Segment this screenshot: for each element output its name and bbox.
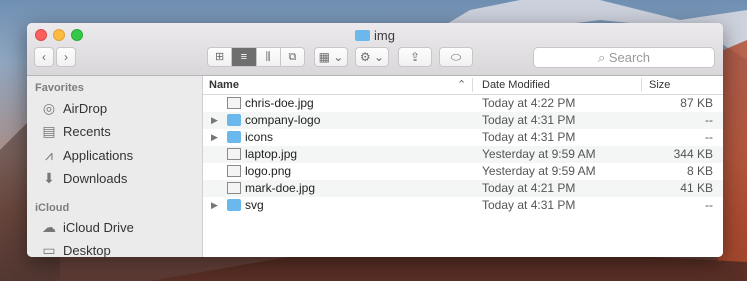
share-button[interactable]: ⇪	[398, 47, 432, 67]
file-size: --	[705, 113, 713, 127]
column-divider[interactable]	[641, 78, 642, 92]
file-size: 344 KB	[673, 147, 713, 161]
search-icon: ⌕	[597, 50, 609, 65]
disclosure-triangle-icon[interactable]: ▶	[211, 112, 218, 129]
file-date: Yesterday at 9:59 AM	[482, 147, 596, 161]
file-name: mark-doe.jpg	[245, 181, 316, 195]
view-mode-segmented: ⊞ ≡ ⫼ ⧉	[207, 47, 305, 67]
sidebar-item-icloud-drive[interactable]: ☁ iCloud Drive	[41, 217, 134, 237]
group-by-button[interactable]: ▦ ⌄	[314, 47, 348, 67]
folder-icon	[355, 30, 371, 41]
image-file-icon	[227, 182, 241, 194]
image-file-icon	[227, 165, 241, 177]
column-divider[interactable]	[472, 78, 473, 92]
file-date: Today at 4:31 PM	[482, 113, 576, 127]
list-view-button[interactable]: ≡	[232, 48, 257, 66]
window-title-text: img	[374, 28, 395, 43]
folder-icon	[227, 114, 241, 126]
sidebar-item-recents[interactable]: ▤ Recents	[41, 121, 111, 141]
recents-icon: ▤	[42, 123, 56, 139]
folder-row[interactable]: ▶ icons Today at 4:31 PM --	[203, 129, 723, 146]
sidebar: Favorites ◎ AirDrop ▤ Recents ⩘ Application…	[27, 76, 203, 257]
file-size: --	[705, 198, 713, 212]
file-name: chris-doe.jpg	[245, 96, 314, 110]
search-field[interactable]: ⌕ Search	[533, 47, 715, 68]
column-header-name[interactable]: Name	[209, 76, 239, 94]
file-size: 41 KB	[680, 181, 713, 195]
desktop-icon: ▭	[42, 242, 56, 257]
sidebar-item-desktop[interactable]: ▭ Desktop	[41, 240, 111, 257]
sidebar-item-label: Desktop	[63, 243, 111, 257]
folder-icon	[227, 199, 241, 211]
tag-button[interactable]: ⬭	[439, 47, 473, 67]
cloud-icon: ☁	[42, 219, 56, 235]
file-date: Today at 4:21 PM	[482, 181, 576, 195]
file-name: laptop.jpg	[245, 147, 298, 161]
image-file-icon	[227, 97, 241, 109]
sidebar-item-label: iCloud Drive	[63, 220, 134, 235]
sidebar-section-favorites: Favorites	[35, 82, 84, 94]
disclosure-triangle-icon[interactable]: ▶	[211, 197, 218, 214]
sort-ascending-icon: ⌃	[457, 79, 467, 91]
file-size: 87 KB	[680, 96, 713, 110]
file-date: Yesterday at 9:59 AM	[482, 164, 596, 178]
window-title: img	[27, 28, 723, 44]
forward-button[interactable]: ›	[56, 47, 76, 67]
file-size: --	[705, 130, 713, 144]
folder-icon	[227, 131, 241, 143]
icon-view-button[interactable]: ⊞	[208, 48, 233, 66]
file-name: company-logo	[245, 113, 321, 127]
file-list: Name ⌃ Date Modified Size chris-doe.jpg …	[203, 76, 723, 257]
sidebar-item-airdrop[interactable]: ◎ AirDrop	[41, 98, 107, 118]
file-row[interactable]: laptop.jpg Yesterday at 9:59 AM 344 KB	[203, 146, 723, 163]
downloads-icon: ⬇	[43, 170, 55, 186]
sidebar-section-icloud: iCloud	[35, 202, 70, 214]
titlebar: img ‹ › ⊞ ≡ ⫼ ⧉ ▦ ⌄ ⚙ ⌄ ⇪ ⬭ ⌕ Search	[27, 23, 723, 76]
folder-row[interactable]: ▶ svg Today at 4:31 PM --	[203, 197, 723, 214]
file-row[interactable]: chris-doe.jpg Today at 4:22 PM 87 KB	[203, 95, 723, 112]
file-date: Today at 4:22 PM	[482, 96, 576, 110]
sidebar-item-label: Recents	[63, 124, 111, 139]
file-name: icons	[245, 130, 274, 144]
search-placeholder: Search	[608, 50, 651, 65]
image-file-icon	[227, 148, 241, 160]
folder-row[interactable]: ▶ company-logo Today at 4:31 PM --	[203, 112, 723, 129]
file-name: logo.png	[245, 164, 292, 178]
cover-flow-button[interactable]: ⧉	[281, 48, 304, 66]
airdrop-icon: ◎	[42, 100, 56, 116]
column-header-size[interactable]: Size	[649, 76, 670, 94]
file-name: svg	[245, 198, 264, 212]
file-row[interactable]: mark-doe.jpg Today at 4:21 PM 41 KB	[203, 180, 723, 197]
sidebar-item-label: Downloads	[63, 171, 128, 186]
back-button[interactable]: ‹	[34, 47, 54, 67]
sidebar-item-label: AirDrop	[63, 101, 108, 116]
action-gear-button[interactable]: ⚙ ⌄	[355, 47, 389, 67]
column-view-button[interactable]: ⫼	[257, 48, 281, 66]
file-date: Today at 4:31 PM	[482, 198, 576, 212]
file-row[interactable]: logo.png Yesterday at 9:59 AM 8 KB	[203, 163, 723, 180]
disclosure-triangle-icon[interactable]: ▶	[211, 129, 218, 146]
column-header-row: Name ⌃ Date Modified Size	[203, 76, 723, 95]
file-size: 8 KB	[686, 164, 713, 178]
column-header-date[interactable]: Date Modified	[482, 76, 550, 94]
applications-icon: ⩘	[45, 147, 53, 163]
finder-window: img ‹ › ⊞ ≡ ⫼ ⧉ ▦ ⌄ ⚙ ⌄ ⇪ ⬭ ⌕ Search Fav…	[27, 23, 723, 257]
file-date: Today at 4:31 PM	[482, 130, 576, 144]
sidebar-item-applications[interactable]: ⩘ Applications	[41, 145, 133, 165]
sidebar-item-label: Applications	[63, 148, 134, 163]
sidebar-item-downloads[interactable]: ⬇ Downloads	[41, 168, 127, 188]
